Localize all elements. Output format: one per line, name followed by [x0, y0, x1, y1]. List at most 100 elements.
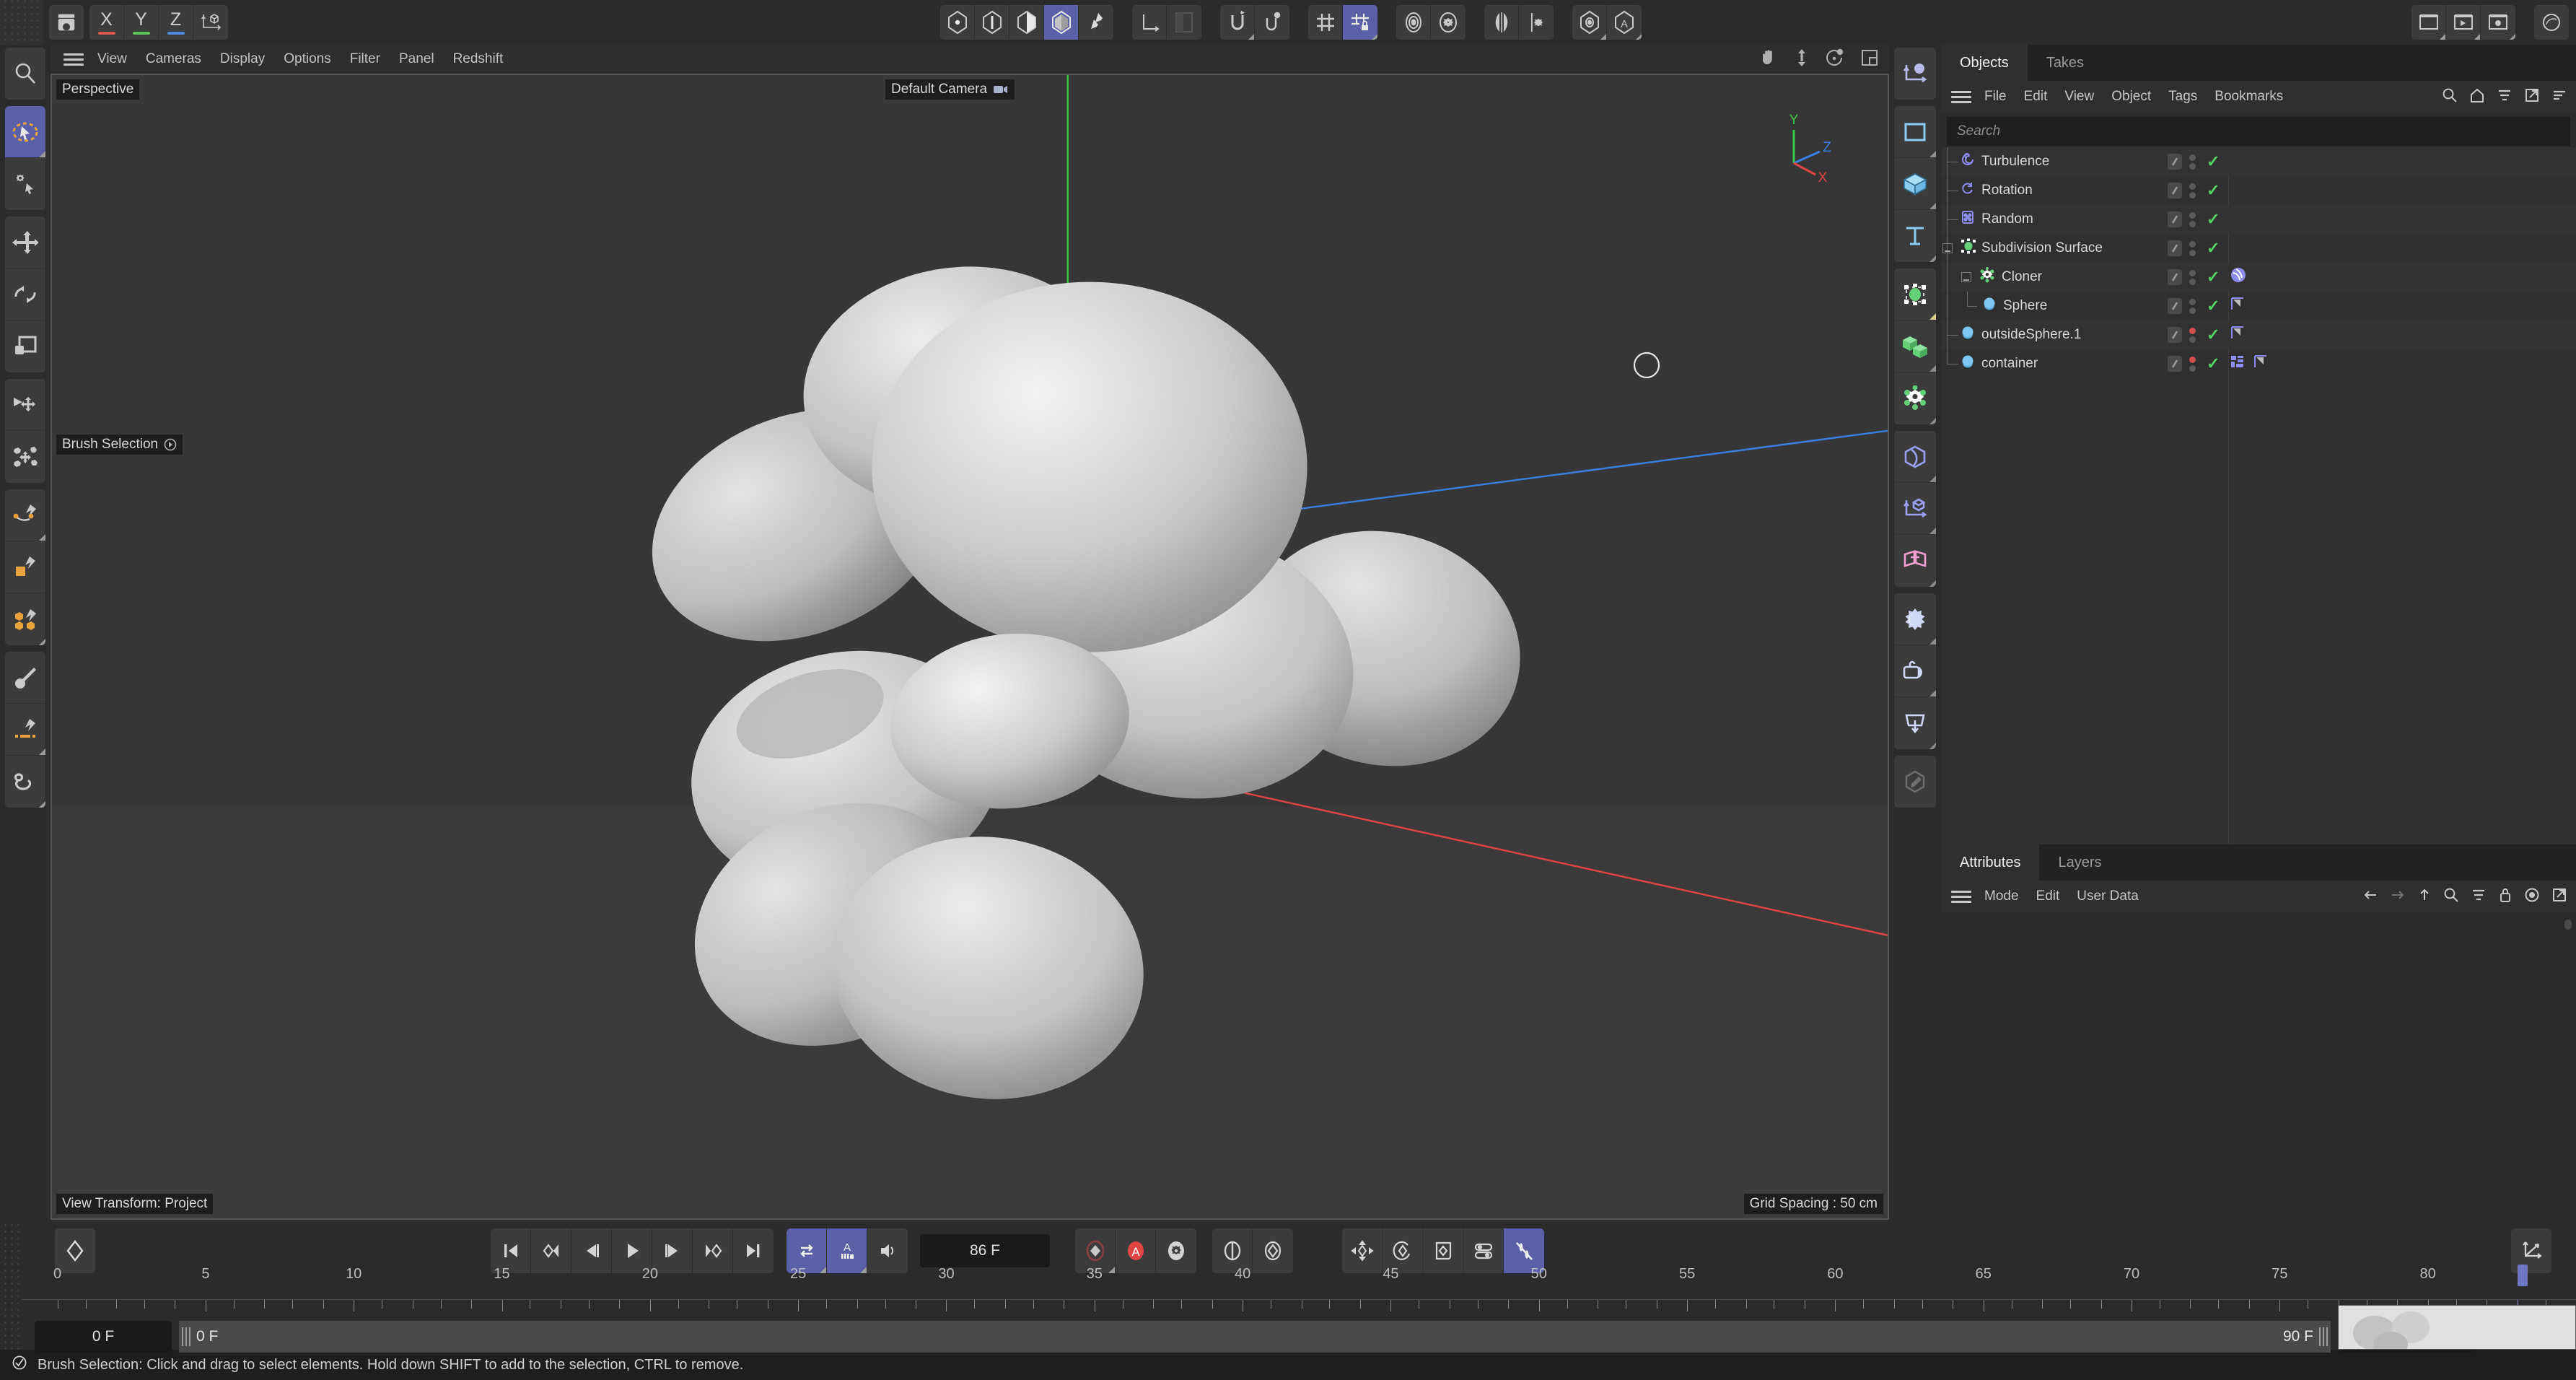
save-scene-icon[interactable]	[49, 5, 84, 40]
object-axis-icon[interactable]	[1132, 5, 1167, 40]
viewport-menu-options[interactable]: Options	[274, 45, 340, 74]
current-frame-input[interactable]: 86 F	[920, 1234, 1050, 1267]
spline-sketch-icon[interactable]	[5, 541, 45, 593]
edit-toggle[interactable]	[2168, 211, 2182, 227]
viewport-3d[interactable]: Perspective Default Camera Brush Selecti…	[51, 74, 1889, 1220]
attributes-menu-mode[interactable]: Mode	[1976, 888, 2028, 904]
table-row[interactable]: Rotation ✓	[1941, 176, 2576, 205]
symmetry-settings-icon[interactable]	[1519, 5, 1554, 40]
current-frame-marker-box[interactable]	[2517, 1265, 2528, 1286]
table-row[interactable]: Random ✓	[1941, 205, 2576, 234]
search-icon[interactable]	[2443, 887, 2459, 907]
snap-settings-icon[interactable]	[1255, 5, 1289, 40]
attributes-menu-edit[interactable]: Edit	[2028, 888, 2069, 904]
material-sphere-icon[interactable]	[2534, 5, 2569, 40]
viewport-menu-panel[interactable]: Panel	[390, 45, 444, 74]
mirror-icon[interactable]	[1484, 5, 1519, 40]
viewport-canvas[interactable]: Perspective Default Camera Brush Selecti…	[52, 75, 1888, 1218]
objects-menu-object[interactable]: Object	[2103, 89, 2160, 105]
enable-check-icon[interactable]: ✓	[2207, 297, 2220, 315]
edit-toggle[interactable]	[2168, 240, 2182, 256]
open-window-icon[interactable]	[2551, 887, 2567, 907]
phong-tag-icon[interactable]	[2230, 325, 2246, 345]
workplane-lock-icon[interactable]	[1343, 5, 1377, 40]
visibility-dots[interactable]	[2189, 269, 2196, 285]
magnify-icon[interactable]	[5, 48, 45, 100]
field-icon[interactable]	[1894, 535, 1936, 587]
visibility-dots[interactable]	[2189, 327, 2196, 343]
edit-toggle[interactable]	[2168, 183, 2182, 198]
visibility-dots[interactable]	[2189, 211, 2196, 227]
objects-hamburger-icon[interactable]	[1951, 90, 1971, 103]
objects-menu-tags[interactable]: Tags	[2160, 89, 2206, 105]
visibility-dots[interactable]	[2189, 154, 2196, 170]
array-generator-icon[interactable]	[1894, 320, 1936, 372]
timeline-ruler[interactable]: 0 5 10 15 20 25 30 35 40 45 50 55 60 65 …	[22, 1265, 2576, 1295]
table-row[interactable]: Cloner ✓	[1941, 263, 2576, 292]
mograph-matrix-tag-icon[interactable]	[2230, 354, 2246, 374]
text-spline-icon[interactable]	[1894, 210, 1936, 262]
record-icon[interactable]	[2524, 887, 2540, 907]
tab-takes[interactable]: Takes	[2028, 45, 2103, 81]
filter-icon[interactable]	[2471, 887, 2487, 907]
phong-tag-icon[interactable]	[2253, 354, 2269, 374]
attributes-scrollbar[interactable]	[2564, 920, 2572, 930]
phong-tag-icon[interactable]	[2230, 296, 2246, 316]
visibility-dots[interactable]	[2189, 240, 2196, 256]
objects-search-input[interactable]: Search	[1947, 117, 2570, 146]
floor-icon[interactable]	[1894, 697, 1936, 749]
spline-pen-icon[interactable]	[5, 489, 45, 541]
material-preview-thumbnail[interactable]	[2338, 1305, 2576, 1350]
frame-range-slider[interactable]: 0 F 90 F	[179, 1321, 2331, 1353]
subdivision-surface-icon[interactable]	[1894, 268, 1936, 320]
attributes-menu-user-data[interactable]: User Data	[2068, 888, 2147, 904]
toolbar-drag-handle[interactable]	[0, 0, 43, 45]
visibility-dots[interactable]	[2189, 183, 2196, 198]
spline-dash-icon[interactable]	[5, 704, 45, 756]
search-icon[interactable]	[2442, 87, 2458, 107]
light-icon[interactable]	[1894, 593, 1936, 645]
open-window-icon[interactable]	[2524, 87, 2540, 107]
y-axis-icon[interactable]: Y	[124, 5, 159, 40]
viewport-menu-cameras[interactable]: Cameras	[136, 45, 211, 74]
objects-menu-bookmarks[interactable]: Bookmarks	[2206, 89, 2292, 105]
mograph-effector-icon[interactable]	[1894, 483, 1936, 535]
tab-layers[interactable]: Layers	[2039, 844, 2120, 881]
viewport-menu-display[interactable]: Display	[211, 45, 274, 74]
magnet-snap-icon[interactable]	[1220, 5, 1255, 40]
lock-icon[interactable]	[2498, 887, 2513, 907]
object-tags[interactable]	[2230, 354, 2269, 374]
table-row[interactable]: Subdivision Surface ✓	[1941, 234, 2576, 263]
viewport-menu-view[interactable]: View	[88, 45, 136, 74]
camera-icon[interactable]	[1894, 645, 1936, 697]
enable-check-icon[interactable]: ✓	[2207, 326, 2220, 344]
preview-start-frame-input[interactable]: 0 F	[35, 1321, 172, 1353]
grid-icon[interactable]	[1308, 5, 1343, 40]
dolly-icon[interactable]	[1794, 48, 1810, 71]
table-row[interactable]: container ✓	[1941, 349, 2576, 378]
home-icon[interactable]	[2469, 87, 2485, 107]
back-arrow-icon[interactable]	[2362, 888, 2378, 906]
edit-toggle[interactable]	[2168, 356, 2182, 372]
scale-icon[interactable]	[5, 320, 45, 372]
rotate-icon[interactable]	[5, 268, 45, 320]
viewport-camera-label-wrap[interactable]: Default Camera	[885, 79, 1015, 100]
enable-check-icon[interactable]: ✓	[2207, 181, 2220, 200]
bend-deformer-icon[interactable]	[1894, 431, 1936, 483]
cube-primitive-icon[interactable]	[1894, 158, 1936, 210]
edge-mode-icon[interactable]	[975, 5, 1009, 40]
range-right-grip[interactable]	[2319, 1327, 2328, 1346]
visibility-dots[interactable]	[2189, 298, 2196, 314]
edit-toggle[interactable]	[2168, 298, 2182, 314]
null-object-icon[interactable]	[1894, 48, 1936, 100]
cursor-move-icon[interactable]	[5, 379, 45, 431]
render-settings-a-icon[interactable]: A	[1607, 5, 1642, 40]
timeline-drag-handle[interactable]	[0, 1220, 22, 1350]
x-axis-icon[interactable]: X	[89, 5, 124, 40]
gear-circle-icon[interactable]	[1431, 5, 1466, 40]
world-object-axis-icon[interactable]	[193, 5, 228, 40]
point-mode-icon[interactable]	[940, 5, 975, 40]
expander-toggle[interactable]	[1961, 272, 1971, 282]
objects-menu-view[interactable]: View	[2056, 89, 2103, 105]
render-queue-icon[interactable]	[2481, 5, 2515, 40]
